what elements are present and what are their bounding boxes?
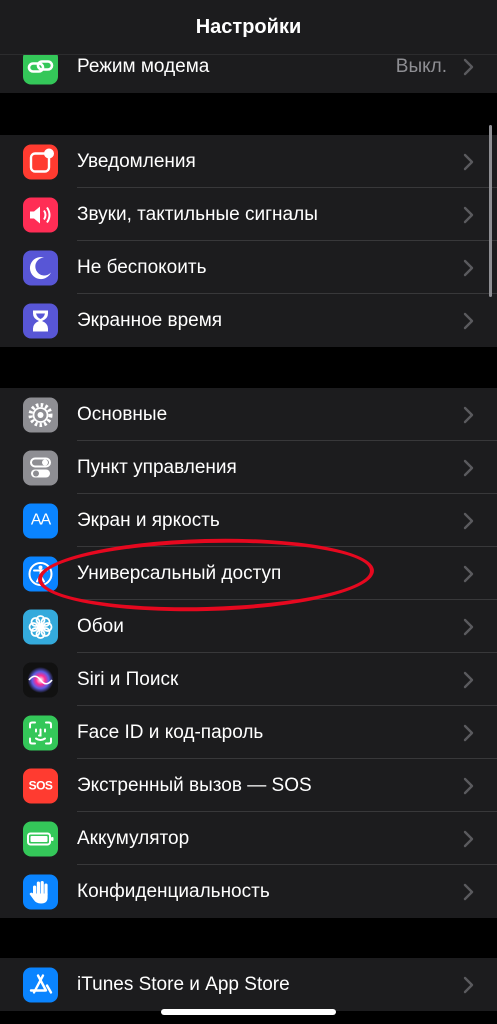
settings-row-notifications[interactable]: Уведомления [0,135,497,188]
speaker-icon [23,197,58,232]
hourglass-icon [23,303,58,338]
settings-row-general[interactable]: Основные [0,388,497,441]
row-label: Режим модема [77,55,210,77]
settings-group: iTunes Store и App Store [0,958,497,1011]
battery-icon [23,821,58,856]
row-label: Siri и Поиск [77,668,179,690]
row-label: Экран и яркость [77,509,220,531]
chevron-right-icon [461,564,475,584]
gear-icon [23,397,58,432]
chevron-right-icon [461,258,475,278]
settings-row-privacy[interactable]: Конфиденциальность [0,865,497,918]
chevron-right-icon [461,205,475,225]
settings-row-display[interactable]: AA Экран и яркость [0,494,497,547]
settings-row-app-store[interactable]: iTunes Store и App Store [0,958,497,1011]
row-label: Универсальный доступ [77,562,282,584]
row-label: Звуки, тактильные сигналы [77,203,318,225]
app-store-icon [23,967,58,1002]
settings-row-wallpaper[interactable]: Обои [0,600,497,653]
settings-row-dnd[interactable]: Не беспокоить [0,241,497,294]
chevron-right-icon [461,723,475,743]
row-label: Пункт управления [77,456,237,478]
settings-row-accessibility[interactable]: Универсальный доступ [0,547,497,600]
row-label: Конфиденциальность [77,880,270,902]
accessibility-icon [23,556,58,591]
row-value: Выкл. [395,55,447,77]
chevron-right-icon [461,829,475,849]
scrollbar[interactable] [489,125,492,297]
row-label: Не беспокоить [77,256,207,278]
chevron-right-icon [461,458,475,478]
hand-icon [23,874,58,909]
moon-icon [23,250,58,285]
flower-icon [23,609,58,644]
notifications-icon [23,144,58,179]
row-label: Основные [77,403,168,425]
row-label: Экстренный вызов — SOS [77,774,312,796]
row-label: Экранное время [77,309,223,331]
chevron-right-icon [461,57,475,77]
settings-row-control-center[interactable]: Пункт управления [0,441,497,494]
row-label: Аккумулятор [77,827,190,849]
settings-row-sounds[interactable]: Звуки, тактильные сигналы [0,188,497,241]
chevron-right-icon [461,152,475,172]
settings-row-siri[interactable]: Siri и Поиск [0,653,497,706]
chevron-right-icon [461,405,475,425]
row-label: Face ID и код-пароль [77,721,264,743]
row-label: Уведомления [77,150,196,172]
settings-row-sos[interactable]: SOS Экстренный вызов — SOS [0,759,497,812]
home-indicator[interactable] [161,1009,336,1015]
chevron-right-icon [461,882,475,902]
settings-row-screen-time[interactable]: Экранное время [0,294,497,347]
chevron-right-icon [461,776,475,796]
page-title: Настройки [195,15,302,38]
icon-glyph: SOS [28,778,53,793]
chevron-right-icon [461,311,475,331]
row-label: Обои [77,615,124,637]
face-id-icon [23,715,58,750]
row-label: iTunes Store и App Store [77,973,290,995]
toggles-icon [23,450,58,485]
text-size-icon: AA [23,503,58,538]
settings-group: Уведомления Звуки, тактильные сигналы Не б… [0,135,497,347]
sos-icon: SOS [23,768,58,803]
chevron-right-icon [461,511,475,531]
navigation-bar: Настройки [0,0,497,55]
chevron-right-icon [461,617,475,637]
icon-glyph: AA [30,511,51,529]
settings-row-battery[interactable]: Аккумулятор [0,812,497,865]
chevron-right-icon [461,975,475,995]
settings-row-face-id[interactable]: Face ID и код-пароль [0,706,497,759]
chevron-right-icon [461,670,475,690]
siri-icon [23,662,58,697]
settings-group: Основные Пункт управления AA Экран и яркост… [0,388,497,918]
